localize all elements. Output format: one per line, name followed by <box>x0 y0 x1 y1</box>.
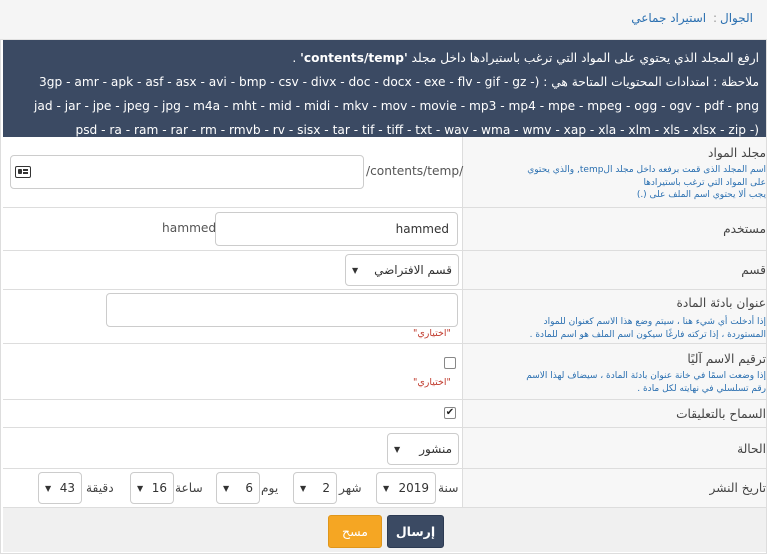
user-label-cell: مستخدم <box>462 208 766 250</box>
form-actions: إرسال مسح <box>3 507 766 552</box>
comments-row: السماح بالتعليقات ✔ <box>3 400 766 428</box>
status-selected: منشور <box>419 442 452 456</box>
comments-label: السماح بالتعليقات <box>676 407 766 421</box>
id-card-icon <box>15 166 31 178</box>
auto-number-label-cell: ترقيم الاسم آليًا إذا وضعت اسمًا في خانة… <box>462 344 766 399</box>
chevron-down-icon: ▼ <box>300 483 307 493</box>
folder-label-cell: مجلد المواد اسم المجلد الذى قمت برفعه دا… <box>462 137 766 207</box>
title-prefix-label-cell: عنوان بادئة المادة إذا أدخلت أي شيء هنا … <box>462 290 766 343</box>
chevron-down-icon: ▼ <box>352 265 359 275</box>
minute-value: 43 <box>59 481 75 495</box>
day-value: 6 <box>245 481 253 495</box>
folder-input[interactable] <box>10 155 364 189</box>
breadcrumb-separator: : <box>712 11 717 25</box>
chevron-down-icon: ▼ <box>137 483 144 493</box>
publish-date-row: تاريخ النشر سنة ▼ 2019 شهر ▼ 2 يوم ▼ 6 س… <box>3 469 766 507</box>
user-input[interactable] <box>215 212 458 246</box>
folder-input-wrap <box>10 155 364 189</box>
section-row: قسم ▼ قسم الافتراضي <box>3 251 766 290</box>
notice-line-1-text: ارفع المجلد الذي يحتوي على المواد التي ت… <box>411 51 759 65</box>
comments-checkbox[interactable]: ✔ <box>444 407 456 419</box>
status-row: الحالة ▼ منشور <box>3 428 766 469</box>
hour-label: ساعة <box>175 481 203 495</box>
breadcrumb-home[interactable]: الجوال <box>720 11 753 25</box>
year-value: 2019 <box>398 481 429 495</box>
clear-button[interactable]: مسح <box>328 515 382 548</box>
month-value: 2 <box>322 481 330 495</box>
year-label: سنة <box>438 481 459 495</box>
notice-line-1: ارفع المجلد الذي يحتوي على المواد التي ت… <box>10 46 759 70</box>
auto-number-optional: "اختياري" <box>413 377 451 388</box>
title-prefix-label: عنوان بادئة المادة <box>676 296 766 310</box>
auto-number-checkbox[interactable] <box>444 357 456 369</box>
publish-date-label-cell: تاريخ النشر <box>462 469 766 507</box>
import-notice: ارفع المجلد الذي يحتوي على المواد التي ت… <box>3 40 766 137</box>
chevron-down-icon: ▼ <box>223 483 230 493</box>
title-prefix-row: عنوان بادئة المادة إذا أدخلت أي شيء هنا … <box>3 290 766 344</box>
auto-number-label: ترقيم الاسم آليًا <box>687 352 766 366</box>
send-button[interactable]: إرسال <box>387 515 444 548</box>
status-select[interactable]: ▼ منشور <box>387 433 459 465</box>
user-label: مستخدم <box>723 222 766 236</box>
section-select[interactable]: ▼ قسم الافتراضي <box>345 254 459 286</box>
auto-number-help: إذا وضعت اسمًا في خانة عنوان بادئة الماد… <box>526 371 766 394</box>
breadcrumb-current: استيراد جماعي <box>631 11 707 25</box>
breadcrumb: الجوال: استيراد جماعي <box>0 0 767 40</box>
month-select[interactable]: ▼ 2 <box>293 472 337 504</box>
title-prefix-input[interactable] <box>106 293 458 327</box>
folder-label: مجلد المواد <box>708 146 766 160</box>
publish-date-label: تاريخ النشر <box>709 481 767 495</box>
notice-temp-path: 'contents/temp' <box>300 51 408 65</box>
notice-line-3: jad - jar - jpe - jpeg - jpg - m4a - mht… <box>34 99 759 113</box>
title-prefix-help: إذا أدخلت أي شيء هنا ، سيتم وضع هذا الاس… <box>529 317 766 340</box>
day-label: يوم <box>261 481 279 495</box>
minute-select[interactable]: ▼ 43 <box>38 472 82 504</box>
section-label: قسم <box>741 263 766 277</box>
section-label-cell: قسم <box>462 251 766 289</box>
month-label: شهر <box>339 481 362 495</box>
user-display: hammed <box>162 221 217 235</box>
folder-row: مجلد المواد اسم المجلد الذى قمت برفعه دا… <box>3 137 766 208</box>
status-label: الحالة <box>737 442 766 456</box>
status-label-cell: الحالة <box>462 428 766 468</box>
folder-help: اسم المجلد الذى قمت برفعه داخل مجلد الte… <box>527 165 766 200</box>
auto-number-row: ترقيم الاسم آليًا إذا وضعت اسمًا في خانة… <box>3 344 766 400</box>
chevron-down-icon: ▼ <box>45 483 52 493</box>
check-icon: ✔ <box>445 407 455 418</box>
folder-prefix: /contents/temp/ <box>366 164 464 178</box>
minute-label: دقيقة <box>86 481 114 495</box>
notice-line-1-end: . <box>292 51 297 65</box>
notice-line-2: ملاحظة : امتدادات المحتويات المتاحة هي :… <box>39 75 759 89</box>
day-select[interactable]: ▼ 6 <box>216 472 260 504</box>
chevron-down-icon: ▼ <box>394 444 401 454</box>
section-selected: قسم الافتراضي <box>374 263 452 277</box>
hour-select[interactable]: ▼ 16 <box>130 472 174 504</box>
year-select[interactable]: ▼ 2019 <box>376 472 436 504</box>
comments-label-cell: السماح بالتعليقات <box>462 400 766 427</box>
chevron-down-icon: ▼ <box>383 483 390 493</box>
title-prefix-optional: "اختياري" <box>413 328 451 339</box>
user-row: مستخدم hammed <box>3 208 766 251</box>
hour-value: 16 <box>151 481 167 495</box>
